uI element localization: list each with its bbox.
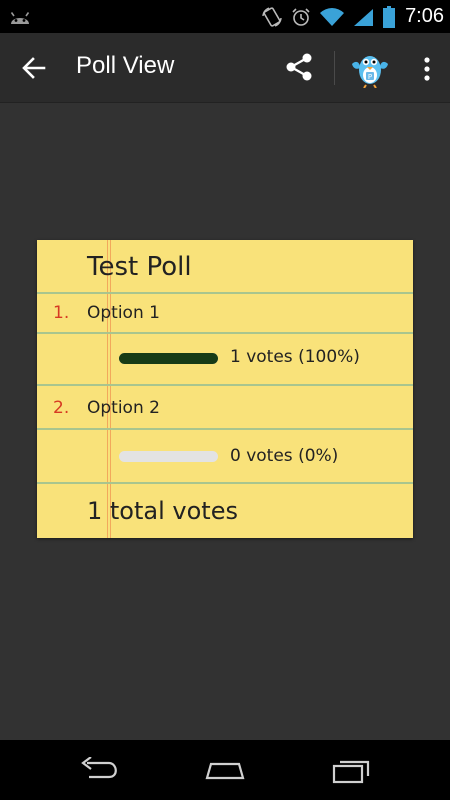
app-icon-button[interactable]: P xyxy=(336,43,404,93)
recents-nav-icon xyxy=(332,760,370,784)
action-divider xyxy=(334,51,335,85)
action-bar: Poll View P xyxy=(0,33,450,103)
wifi-icon xyxy=(320,7,345,26)
rotation-lock-icon xyxy=(262,6,282,27)
overflow-menu-button[interactable] xyxy=(412,49,442,89)
vote-bar xyxy=(119,353,218,364)
share-button[interactable] xyxy=(265,45,333,89)
back-nav-icon xyxy=(81,757,117,779)
page-title: Poll View xyxy=(76,52,175,79)
cell-signal-icon xyxy=(354,8,374,26)
poll-title: Test Poll xyxy=(87,252,192,282)
bird-app-icon: P xyxy=(352,56,388,88)
option-label: Option 2 xyxy=(87,398,160,418)
svg-text:P: P xyxy=(368,73,372,81)
back-button[interactable] xyxy=(18,53,50,83)
option-label: Option 1 xyxy=(87,303,160,323)
alarm-icon xyxy=(292,7,310,26)
home-nav-button[interactable] xyxy=(195,752,255,788)
option-row: 2. Option 2 xyxy=(37,386,413,430)
option-row: 1. Option 1 xyxy=(37,294,413,334)
home-nav-icon xyxy=(205,762,245,780)
back-nav-button[interactable] xyxy=(70,752,130,788)
total-votes: 1 total votes xyxy=(87,497,238,525)
recents-nav-button[interactable] xyxy=(322,752,382,788)
option-number: 1. xyxy=(53,303,70,323)
poll-title-row: Test Poll xyxy=(37,240,413,294)
status-clock: 7:06 xyxy=(405,5,444,27)
share-icon xyxy=(286,53,312,81)
overflow-menu-icon xyxy=(424,57,430,81)
poll-card: Test Poll 1. Option 1 1 votes (100%) 2. … xyxy=(37,240,413,538)
option-result-row: 1 votes (100%) xyxy=(37,334,413,386)
arrow-left-icon xyxy=(22,57,46,79)
status-bar: 7:06 xyxy=(0,0,450,33)
vote-count: 0 votes (0%) xyxy=(230,446,339,466)
option-number: 2. xyxy=(53,398,70,418)
android-icon xyxy=(10,12,30,24)
vote-bar-fill xyxy=(119,353,218,364)
vote-count: 1 votes (100%) xyxy=(230,347,360,367)
system-nav-bar xyxy=(0,740,450,800)
battery-icon xyxy=(383,5,396,28)
option-result-row: 0 votes (0%) xyxy=(37,430,413,484)
vote-bar xyxy=(119,451,218,462)
